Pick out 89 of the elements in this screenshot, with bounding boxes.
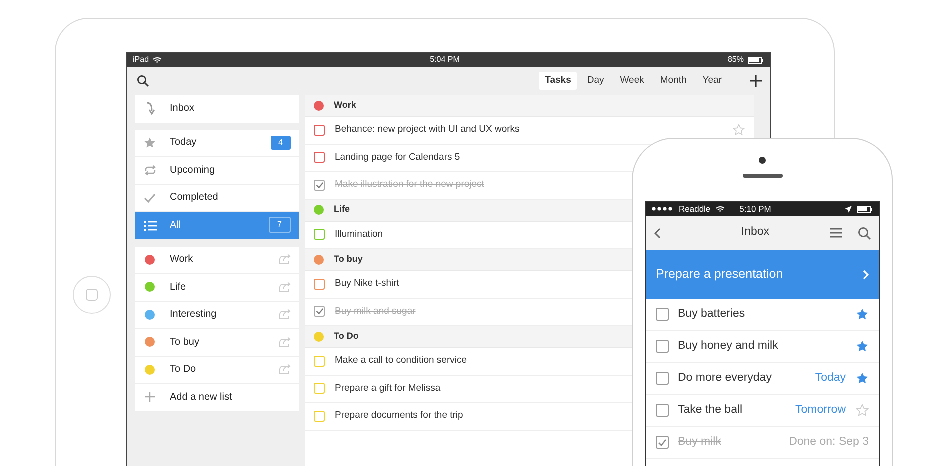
list-label[interactable]: Interesting [170,307,217,322]
status-time: 5:10 PM [740,202,772,216]
star-icon[interactable] [733,124,745,136]
search-icon[interactable] [858,226,871,240]
task-title: Prepare a gift for Melissa [335,382,441,396]
task-title: Buy batteries [678,306,746,322]
task-title: Buy milk [678,434,722,450]
checkbox[interactable] [314,306,325,318]
checkbox[interactable] [656,308,669,321]
list-label[interactable]: Life [170,280,186,295]
plus-icon [145,392,155,402]
signal-dots-icon [652,207,674,211]
carrier-name: iPad [133,54,150,66]
view-tab[interactable]: Month [654,72,693,90]
sidebar-item[interactable]: Inbox [135,95,299,122]
add-list-button[interactable]: Add a new list [135,384,299,412]
count-badge: 7 [268,217,291,234]
task-title: Make illustration for the new project [335,178,484,192]
battery-icon [748,56,764,64]
star-icon[interactable] [856,340,869,353]
task-title: Buy milk and sugar [335,304,416,319]
battery-percent: 85% [728,54,744,66]
task-title: Take the ball [678,402,743,418]
filter-label: Upcoming [170,164,216,178]
view-tab[interactable]: Week [614,72,650,90]
star-icon [144,136,156,149]
star-icon[interactable] [856,308,869,321]
group-title: Work [334,98,356,112]
share-icon[interactable] [278,282,291,293]
checkbox[interactable] [656,340,669,353]
filter-label: Completed [170,191,218,206]
view-tab[interactable]: Year [696,72,728,90]
filter-label: Today [170,136,197,150]
task-title: Make a call to condition service [335,354,468,368]
list-icon [144,220,156,231]
checkbox[interactable] [314,180,325,191]
list-label[interactable]: Work [170,252,194,268]
star-icon[interactable] [856,404,869,417]
checkbox[interactable] [314,229,325,240]
arrow-icon [145,102,155,116]
status-time: 5:04 PM [430,54,460,66]
checkbox[interactable] [656,372,669,385]
group-title: To Do [334,330,359,343]
list-label[interactable]: To Do [170,362,196,378]
share-icon[interactable] [278,364,291,376]
sidebar-item[interactable]: Today 4 [135,130,299,157]
due-label: Done on: Sep 3 [789,434,869,450]
task-title: Do more everyday [678,370,772,386]
task-title: Illumination [335,228,384,242]
plus-icon[interactable] [750,75,762,87]
view-tab[interactable]: Tasks [539,72,578,90]
group-title: Life [334,203,350,216]
home-button[interactable] [73,276,111,314]
battery-icon [857,206,873,212]
filter-label: All [170,218,182,233]
sidebar-item[interactable]: Upcoming [135,157,299,184]
checkbox[interactable] [314,152,325,164]
repeat-icon [144,164,156,176]
checkbox[interactable] [656,404,669,417]
checkbox[interactable] [314,124,325,136]
list-label[interactable]: To buy [170,334,200,350]
star-icon[interactable] [856,372,869,385]
wifi-icon [153,56,162,64]
task-title: Behance: new project with UI and UX works [335,123,520,138]
check-icon [144,192,156,203]
camera-dot [759,157,766,164]
due-label: Today [815,370,846,386]
menu-icon[interactable] [830,228,842,238]
checkbox[interactable] [314,278,325,290]
task-title: Prepare documents for the trip [335,409,464,424]
count-badge: 4 [270,136,291,150]
view-tab[interactable]: Day [581,72,610,90]
back-chevron-icon[interactable] [654,228,661,238]
share-icon[interactable] [278,336,291,348]
group-title: To buy [334,252,363,266]
task-title: Landing page for Calendars 5 [335,150,460,165]
due-label: Tomorrow [796,402,846,418]
task-title: Buy Nike t-shirt [335,277,400,292]
location-arrow-icon [845,206,852,212]
share-icon[interactable] [278,309,291,320]
search-icon[interactable] [137,75,149,87]
wifi-icon [716,206,725,212]
checkbox[interactable] [656,436,669,449]
chevron-right-icon[interactable] [863,270,869,280]
carrier-name: Readdle [679,202,711,216]
task-title: Buy honey and milk [678,338,778,354]
speaker-slot [742,174,782,178]
screen-title: Inbox [740,225,771,240]
share-icon[interactable] [278,254,291,266]
